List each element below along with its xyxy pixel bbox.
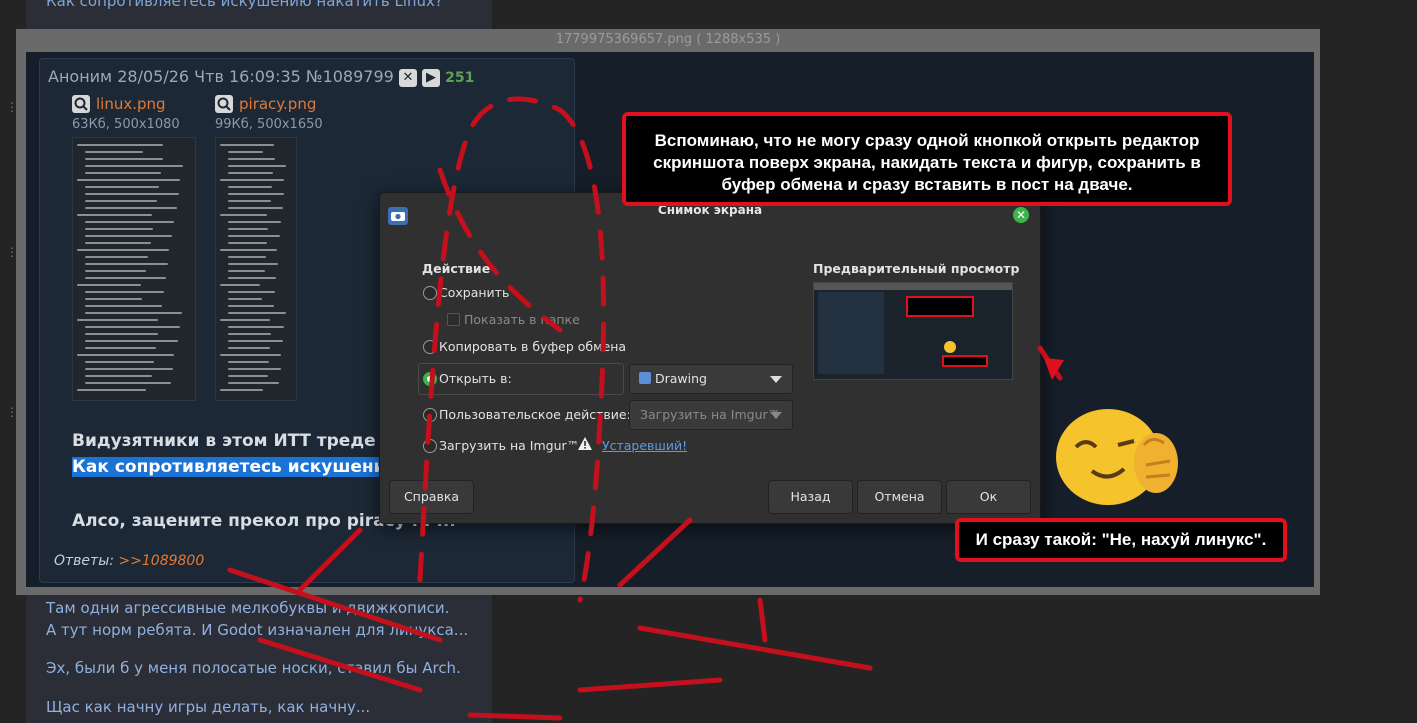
dashed-loop <box>417 96 607 603</box>
red-strokes <box>227 345 1063 721</box>
annotation-top-note: Вспоминаю, что не могу сразу одной кнопк… <box>622 112 1232 206</box>
winking-emoji-icon <box>1056 409 1178 505</box>
red-scribbles <box>227 96 1064 721</box>
annotation-bottom-note: И сразу такой: "Не, нахуй линукс". <box>955 518 1287 562</box>
